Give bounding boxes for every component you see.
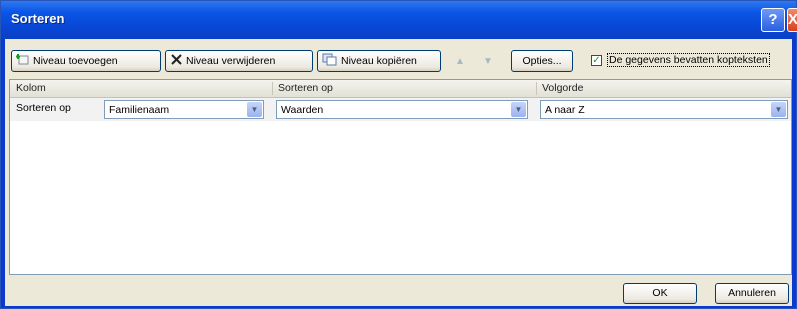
options-button[interactable]: Opties... <box>511 50 573 72</box>
row-label: Sorteren op <box>16 102 71 114</box>
chevron-down-icon[interactable]: ▼ <box>771 102 786 117</box>
column-header: Kolom <box>16 82 46 94</box>
column-select[interactable]: Familienaam ▼ <box>104 100 264 119</box>
help-button[interactable]: ? <box>761 8 785 32</box>
dialog-title: Sorteren <box>11 11 65 26</box>
grid-header: Kolom Sorteren op Volgorde <box>10 80 791 98</box>
ok-button[interactable]: OK <box>623 283 697 304</box>
copy-level-label: Niveau kopiëren <box>341 55 417 67</box>
sort-levels-grid: Kolom Sorteren op Volgorde Sorteren op F… <box>9 79 792 275</box>
close-button[interactable]: X <box>787 8 797 32</box>
table-row[interactable]: Sorteren op Familienaam ▼ Waarden ▼ A na… <box>10 98 791 121</box>
add-level-icon <box>16 53 30 69</box>
chevron-down-icon[interactable]: ▼ <box>247 102 262 117</box>
sort-on-select-value: Waarden <box>281 104 324 116</box>
header-divider <box>272 82 273 95</box>
cancel-button[interactable]: Annuleren <box>715 283 789 304</box>
delete-level-label: Niveau verwijderen <box>186 55 276 67</box>
dialog-body: Niveau toevoegen Niveau verwijderen Nive… <box>5 39 792 306</box>
has-headers-checkbox[interactable]: ✓ <box>591 54 602 66</box>
chevron-down-icon[interactable]: ▼ <box>511 102 526 117</box>
order-select[interactable]: A naar Z ▼ <box>540 100 788 119</box>
delete-level-button[interactable]: Niveau verwijderen <box>165 50 313 72</box>
header-divider <box>536 82 537 95</box>
close-icon: X <box>788 11 797 28</box>
delete-x-icon <box>170 53 183 69</box>
has-headers-label: De gegevens bevatten kopteksten <box>607 53 770 67</box>
sort-on-select[interactable]: Waarden ▼ <box>276 100 528 119</box>
move-down-button[interactable]: ▼ <box>477 52 499 72</box>
sort-dialog: Sorteren ? X Niveau toevoegen <box>0 0 797 309</box>
title-bar[interactable]: Sorteren ? X <box>1 1 797 39</box>
move-up-button[interactable]: ▲ <box>449 52 471 72</box>
order-select-value: A naar Z <box>545 104 585 116</box>
add-level-button[interactable]: Niveau toevoegen <box>11 50 161 72</box>
order-header: Volgorde <box>542 82 584 94</box>
copy-level-button[interactable]: Niveau kopiëren <box>317 50 441 72</box>
column-select-value: Familienaam <box>109 104 170 116</box>
add-level-label: Niveau toevoegen <box>33 55 118 67</box>
sort-on-header: Sorteren op <box>278 82 333 94</box>
copy-icon <box>322 53 338 69</box>
has-headers-checkbox-group[interactable]: ✓ De gegevens bevatten kopteksten <box>591 53 770 67</box>
